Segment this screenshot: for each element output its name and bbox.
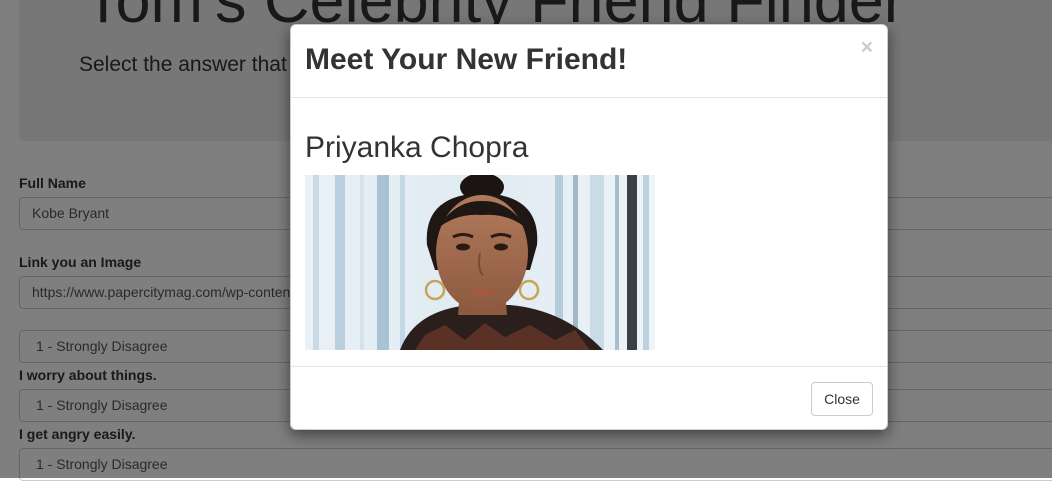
modal-header: Meet Your New Friend! × — [291, 25, 887, 98]
modal-title: Meet Your New Friend! — [305, 43, 628, 76]
friend-modal: Meet Your New Friend! × Priyanka Chopra — [290, 24, 888, 430]
close-button[interactable]: Close — [811, 382, 873, 416]
friend-name: Priyanka Chopra — [305, 131, 529, 164]
modal-footer: Close — [291, 366, 887, 430]
close-icon[interactable]: × — [861, 37, 873, 58]
friend-photo — [305, 175, 655, 350]
